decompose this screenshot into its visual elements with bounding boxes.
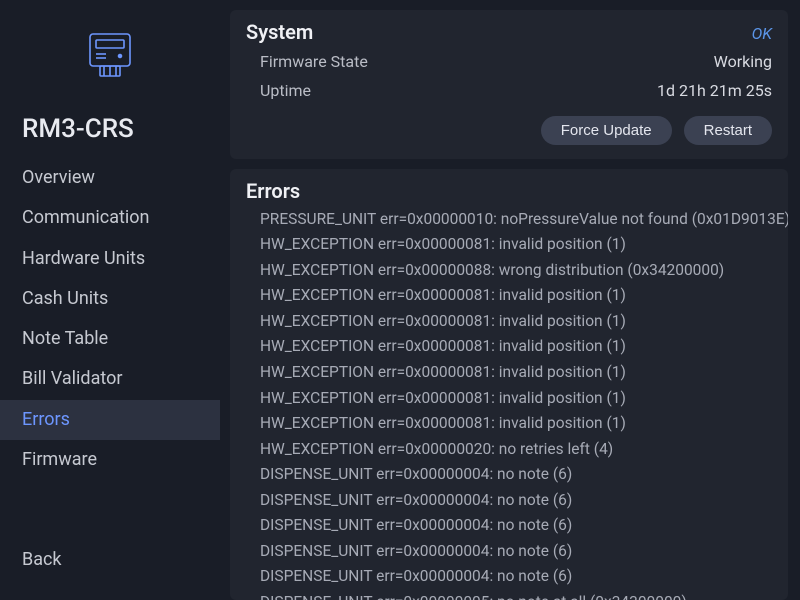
- nav-menu: OverviewCommunicationHardware UnitsCash …: [0, 158, 220, 480]
- device-logo: [0, 0, 220, 102]
- device-icon: [80, 28, 140, 84]
- sidebar-item-errors[interactable]: Errors: [0, 400, 220, 440]
- system-row-label: Firmware State: [260, 50, 368, 75]
- error-entry: HW_EXCEPTION err=0x00000020: no retries …: [260, 437, 772, 463]
- sidebar-item-bill-validator[interactable]: Bill Validator: [0, 359, 220, 399]
- system-row-label: Uptime: [260, 79, 311, 104]
- error-entry: DISPENSE_UNIT err=0x00000005: no note at…: [260, 590, 772, 600]
- sidebar: RM3-CRS OverviewCommunicationHardware Un…: [0, 0, 220, 600]
- system-panel: System OK Firmware State Working Uptime 1d …: [230, 10, 788, 159]
- system-panel-title: System: [246, 20, 313, 44]
- sidebar-item-note-table[interactable]: Note Table: [0, 319, 220, 359]
- restart-button[interactable]: Restart: [684, 116, 772, 145]
- back-button[interactable]: Back: [0, 539, 220, 600]
- error-entry: DISPENSE_UNIT err=0x00000004: no note (6…: [260, 488, 772, 514]
- error-entry: HW_EXCEPTION err=0x00000081: invalid pos…: [260, 360, 772, 386]
- error-entry: PRESSURE_UNIT err=0x00000010: noPressure…: [260, 207, 772, 233]
- error-entry: DISPENSE_UNIT err=0x00000004: no note (6…: [260, 564, 772, 590]
- force-update-button[interactable]: Force Update: [541, 116, 672, 145]
- error-entry: HW_EXCEPTION err=0x00000081: invalid pos…: [260, 334, 772, 360]
- system-row-value: Working: [714, 50, 772, 75]
- error-entry: HW_EXCEPTION err=0x00000081: invalid pos…: [260, 232, 772, 258]
- error-entry: DISPENSE_UNIT err=0x00000004: no note (6…: [260, 462, 772, 488]
- errors-panel-title: Errors: [246, 179, 772, 203]
- system-row: Uptime 1d 21h 21m 25s: [246, 77, 772, 106]
- error-list: PRESSURE_UNIT err=0x00000010: noPressure…: [246, 207, 772, 600]
- system-status: OK: [752, 24, 772, 43]
- error-entry: HW_EXCEPTION err=0x00000081: invalid pos…: [260, 283, 772, 309]
- sidebar-item-hardware-units[interactable]: Hardware Units: [0, 239, 220, 279]
- errors-panel: Errors PRESSURE_UNIT err=0x00000010: noP…: [230, 169, 788, 600]
- sidebar-item-cash-units[interactable]: Cash Units: [0, 279, 220, 319]
- error-entry: HW_EXCEPTION err=0x00000081: invalid pos…: [260, 386, 772, 412]
- sidebar-item-overview[interactable]: Overview: [0, 158, 220, 198]
- sidebar-item-firmware[interactable]: Firmware: [0, 440, 220, 480]
- error-entry: HW_EXCEPTION err=0x00000088: wrong distr…: [260, 258, 772, 284]
- error-entry: DISPENSE_UNIT err=0x00000004: no note (6…: [260, 513, 772, 539]
- device-title: RM3-CRS: [0, 102, 220, 158]
- main-content: System OK Firmware State Working Uptime 1d …: [220, 0, 800, 600]
- error-entry: HW_EXCEPTION err=0x00000081: invalid pos…: [260, 309, 772, 335]
- sidebar-item-communication[interactable]: Communication: [0, 198, 220, 238]
- system-row: Firmware State Working: [246, 48, 772, 77]
- system-row-value: 1d 21h 21m 25s: [657, 79, 772, 104]
- error-entry: DISPENSE_UNIT err=0x00000004: no note (6…: [260, 539, 772, 565]
- error-entry: HW_EXCEPTION err=0x00000081: invalid pos…: [260, 411, 772, 437]
